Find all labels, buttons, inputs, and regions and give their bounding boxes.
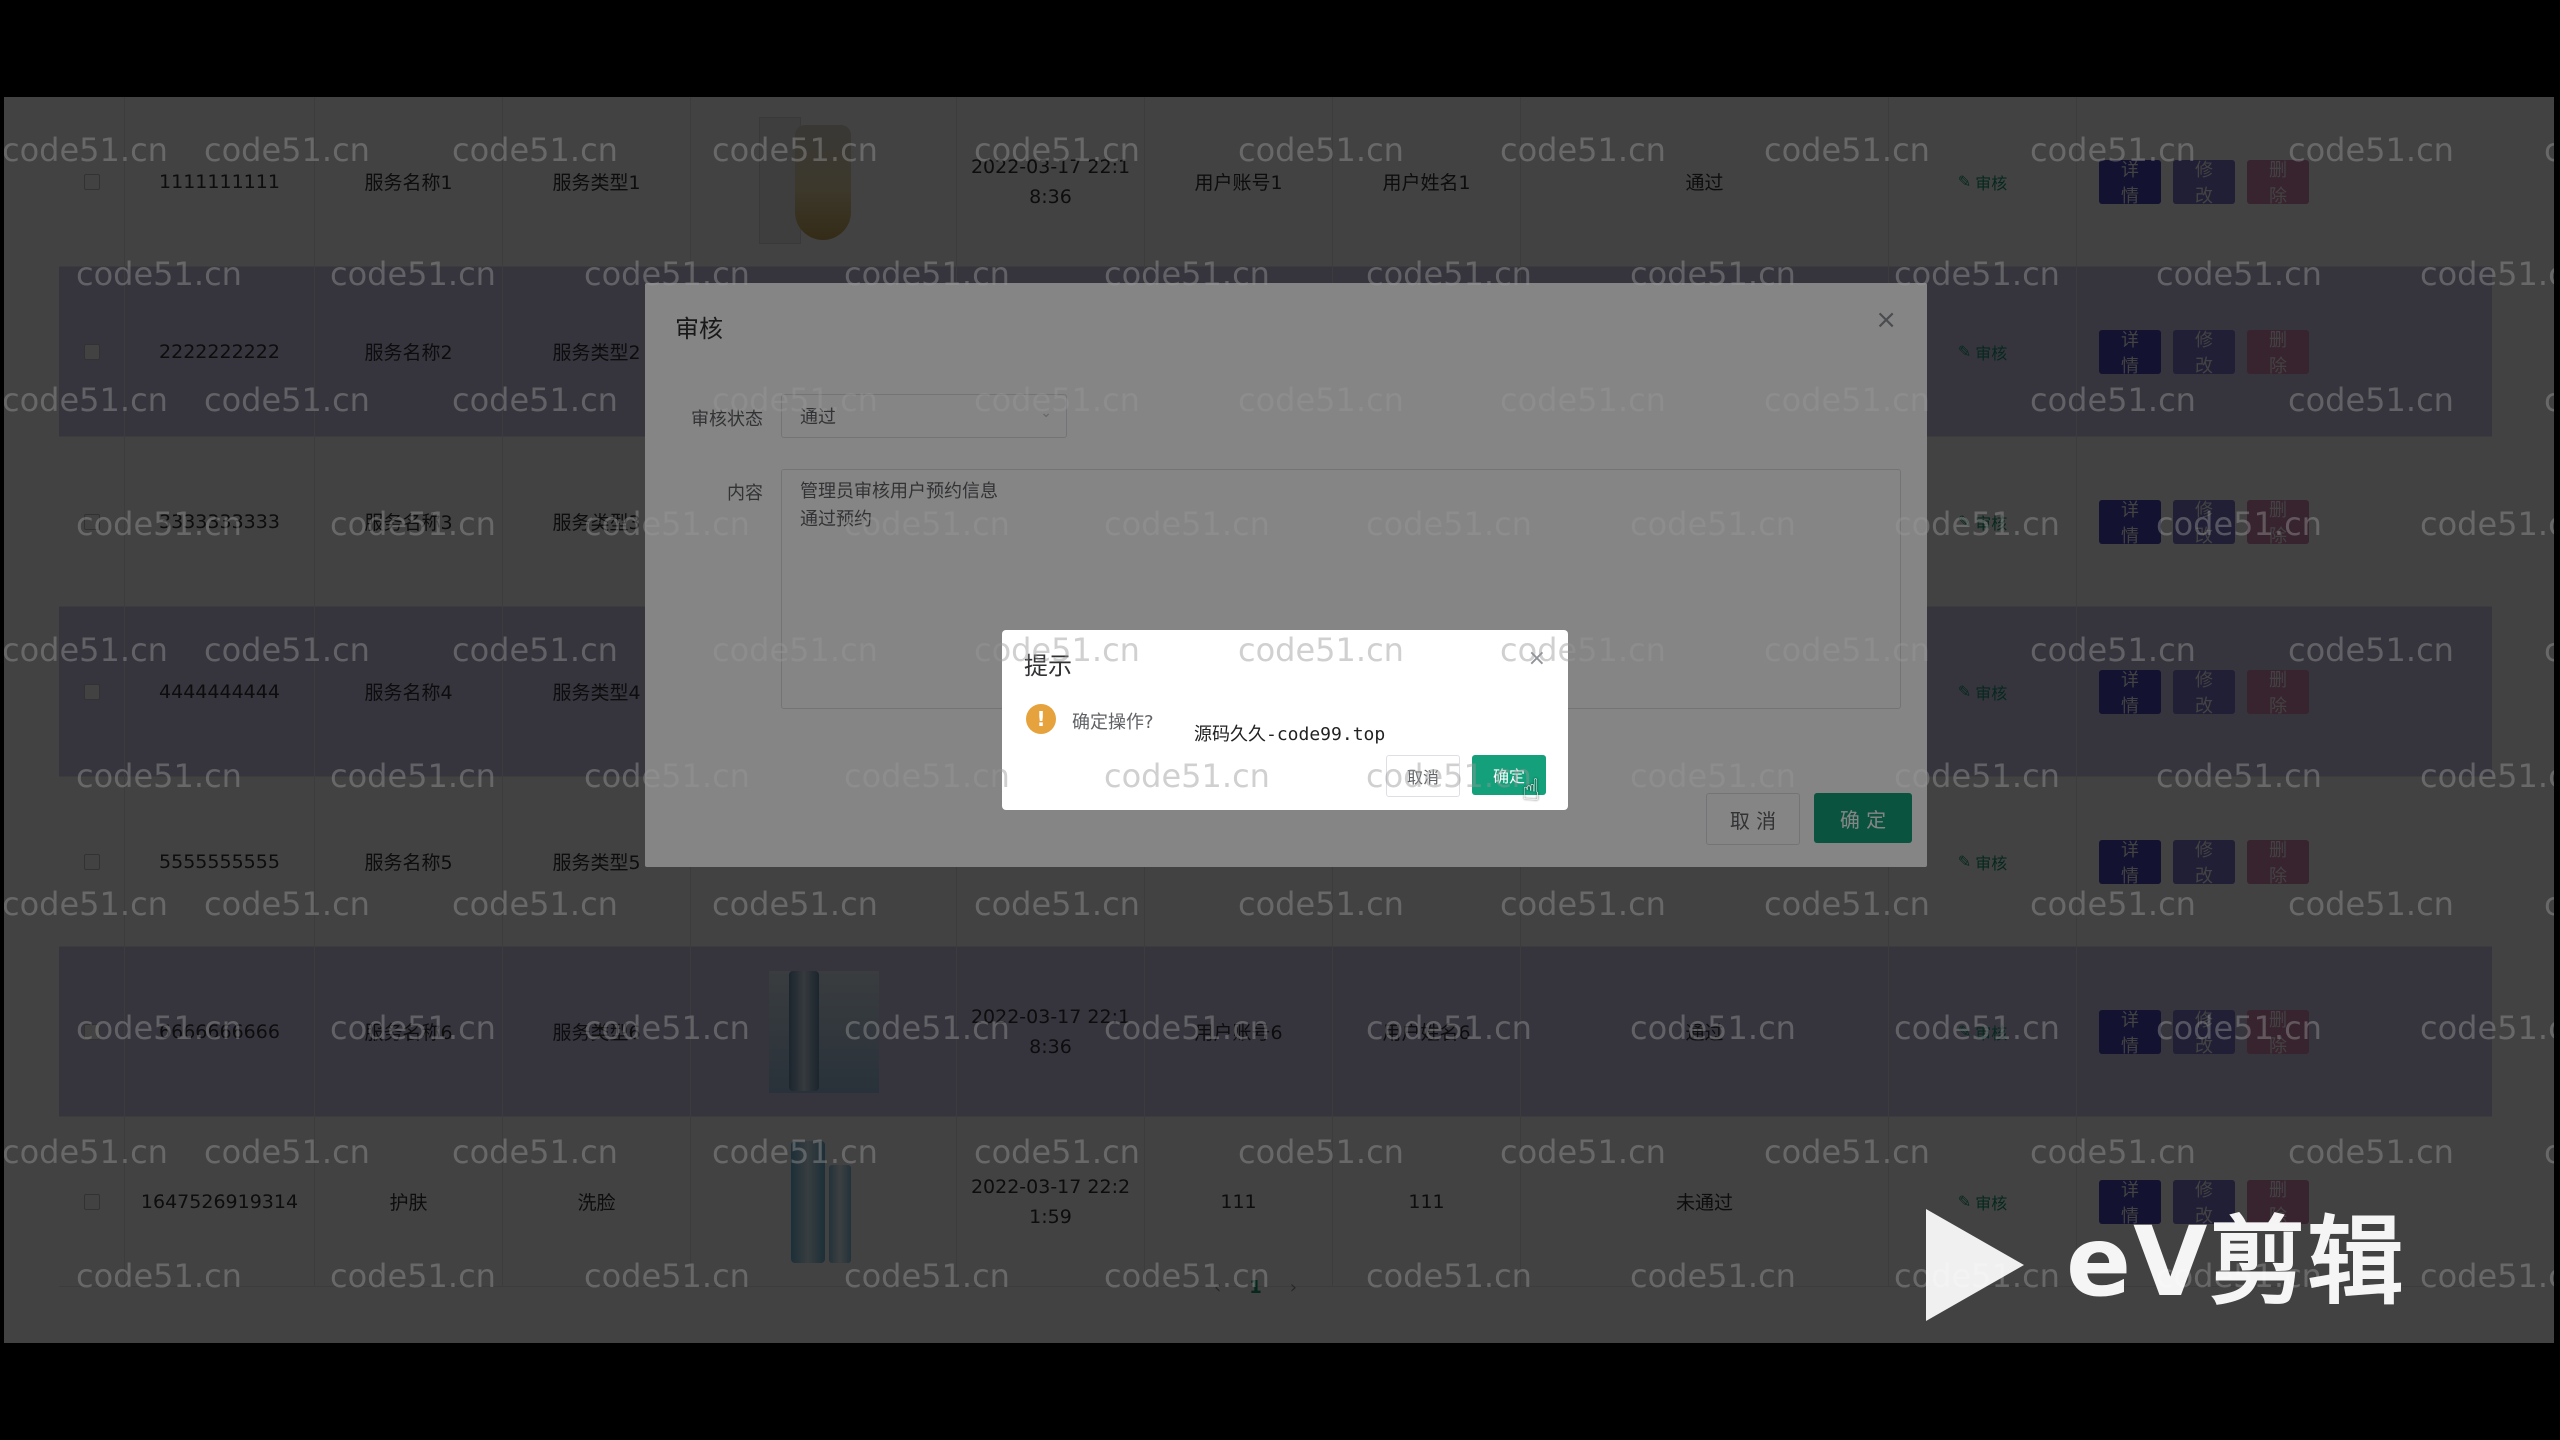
letterbox-top: [0, 0, 2560, 97]
messagebox-cancel-button[interactable]: 取消: [1386, 755, 1460, 797]
ev-logo: eV剪辑: [1926, 1203, 2426, 1323]
app-viewport: 1111111111 服务名称1 服务类型1 2022-03-17 22:1 8…: [4, 97, 2554, 1343]
play-icon: [1926, 1209, 2024, 1321]
messagebox-text: 确定操作?: [1072, 712, 1154, 733]
close-icon[interactable]: ×: [1528, 646, 1546, 671]
letterbox-bottom: [0, 1343, 2560, 1440]
warning-icon: !: [1026, 704, 1056, 734]
confirm-messagebox: 提示 × ! 确定操作? 源码久久-code99.top 取消 确定: [1002, 630, 1568, 810]
overlay-caption: 源码久久-code99.top: [1194, 724, 1386, 745]
messagebox-title: 提示: [1024, 652, 1072, 680]
logo-text: eV剪辑: [2066, 1206, 2406, 1318]
hand-cursor-icon: ☝: [1522, 773, 1541, 808]
